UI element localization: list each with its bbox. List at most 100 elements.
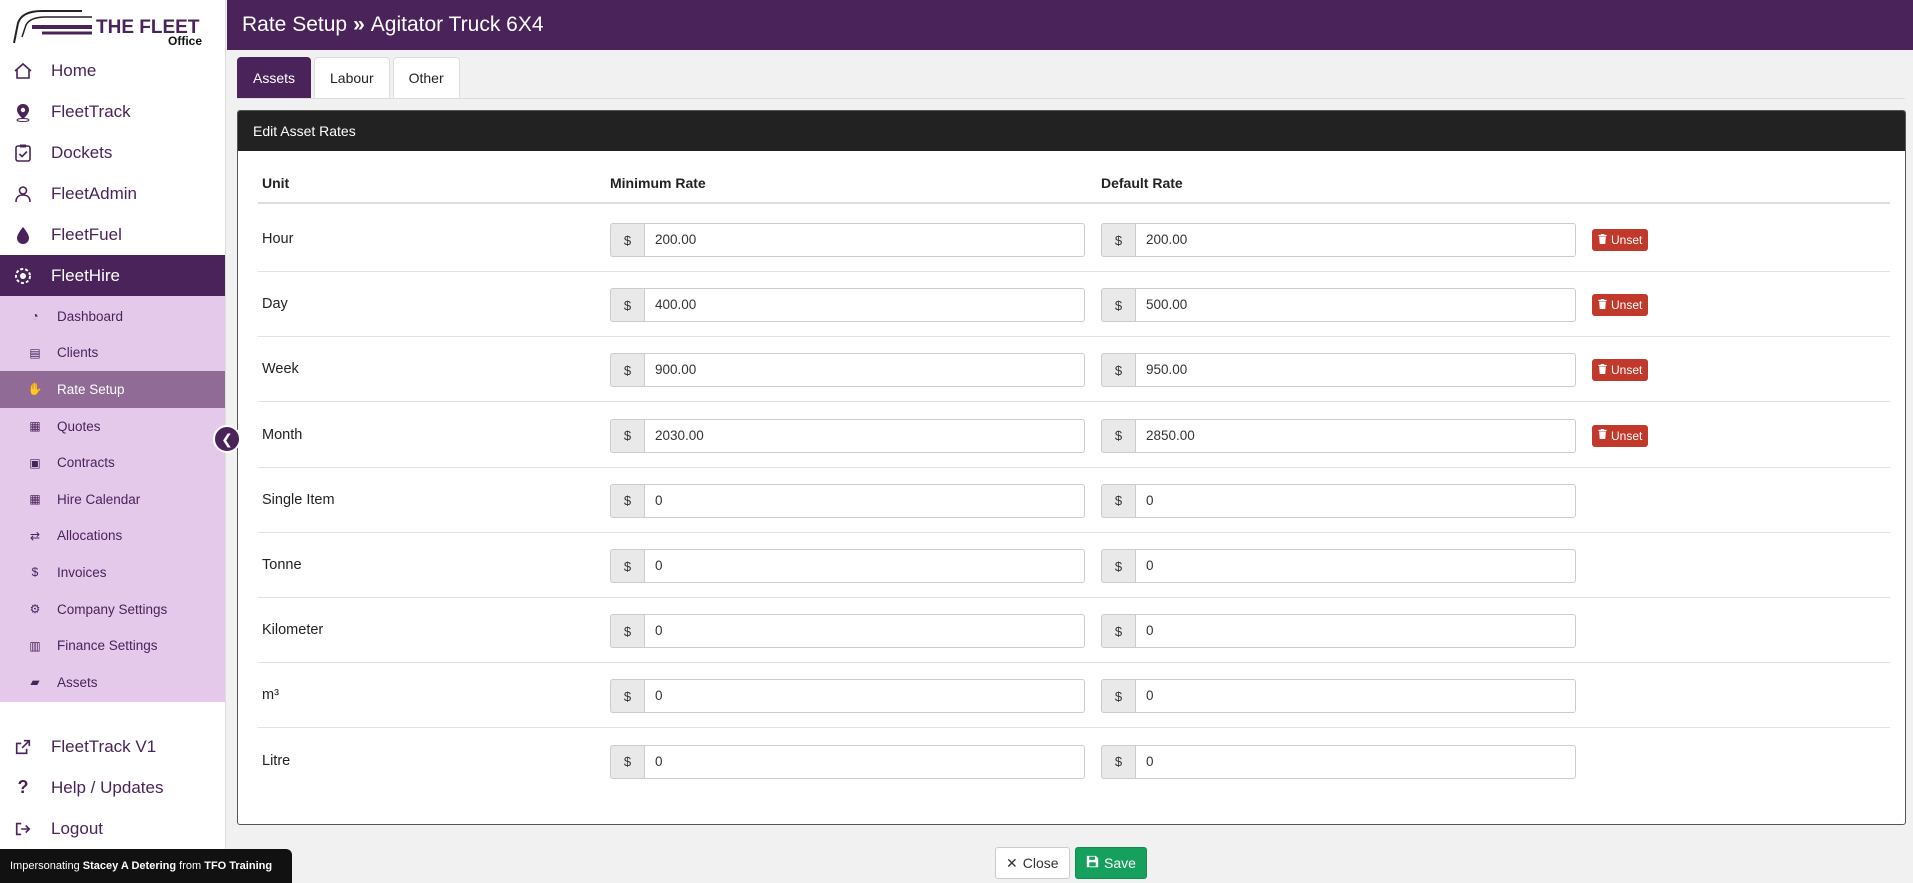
minimum-rate-group: $900.00: [610, 353, 1085, 388]
external-link-icon: [12, 736, 34, 758]
default-rate-group: $0: [1101, 679, 1576, 714]
subnav-item-label: Allocations: [57, 528, 123, 544]
home-icon: [12, 60, 34, 82]
nav-item-fleetadmin[interactable]: FleetAdmin: [0, 173, 225, 214]
truck-icon: ▰: [30, 675, 40, 690]
table-row: Litre $0 $0: [258, 729, 1890, 794]
nav-item-home[interactable]: Home: [0, 50, 225, 91]
nav-item-fleethire[interactable]: FleetHire: [0, 255, 225, 296]
file-invoice-icon: ▥: [29, 638, 41, 653]
breadcrumb-separator: »: [353, 13, 365, 36]
subnav-item-hire-calendar[interactable]: ▦ Hire Calendar: [0, 481, 225, 518]
hire-gear-icon: [12, 265, 34, 287]
minimum-rate-group: $0: [610, 483, 1085, 518]
subnav-item-quotes[interactable]: ▦ Quotes: [0, 408, 225, 445]
minimum-rate-input[interactable]: 0: [644, 549, 1085, 583]
subnav-item-assets[interactable]: ▰ Assets: [0, 664, 225, 701]
nav-item-label: Logout: [51, 818, 103, 838]
nav-item-label: Dockets: [51, 142, 113, 162]
trash-icon: [1598, 233, 1607, 247]
nav-item-dockets[interactable]: Dockets: [0, 132, 225, 173]
default-rate-group: $0: [1101, 744, 1576, 779]
minimum-rate-input[interactable]: 2030.00: [644, 418, 1085, 453]
nav-item-help-updates[interactable]: ? Help / Updates: [0, 767, 226, 808]
page-title-section: Rate Setup: [242, 13, 348, 36]
default-rate-input[interactable]: 2850.00: [1135, 418, 1576, 453]
default-rate-input[interactable]: 0: [1135, 549, 1576, 583]
minimum-rate-input[interactable]: 0: [644, 744, 1085, 779]
minimum-rate-input[interactable]: 200.00: [644, 223, 1085, 257]
minimum-rate-input[interactable]: 400.00: [644, 288, 1085, 323]
unset-button[interactable]: Unset: [1592, 359, 1649, 382]
logo[interactable]: THE FLEET Office: [0, 0, 225, 50]
currency-addon: $: [1101, 549, 1135, 583]
subnav-item-company-settings[interactable]: ⚙ Company Settings: [0, 591, 225, 628]
subnav-item-label: Assets: [57, 674, 98, 690]
trash-icon: [1598, 429, 1607, 442]
subnav-item-dashboard[interactable]: ◔ Dashboard: [0, 298, 225, 335]
unit-label: m³: [262, 687, 279, 704]
subnav-item-allocations[interactable]: ⇄ Allocations: [0, 518, 225, 555]
unit-label: Month: [262, 426, 303, 443]
default-rate-group: $0: [1101, 483, 1576, 518]
minimum-rate-input[interactable]: 900.00: [644, 353, 1085, 388]
default-rate-input[interactable]: 0: [1135, 744, 1576, 779]
trash-icon: [1598, 298, 1607, 312]
currency-addon: $: [1101, 744, 1135, 779]
table-header: Unit Minimum Rate Default Rate: [258, 175, 1890, 204]
default-rate-input[interactable]: 950.00: [1135, 353, 1576, 388]
default-rate-group: $950.00: [1101, 353, 1576, 388]
save-button[interactable]: Save: [1075, 847, 1147, 879]
tab-labour[interactable]: Labour: [314, 57, 390, 98]
unset-button[interactable]: Unset: [1592, 424, 1649, 447]
subnav-item-clients[interactable]: ▤ Clients: [0, 335, 225, 372]
nav-item-fleettrack-v1[interactable]: FleetTrack V1: [0, 726, 226, 767]
subnav-item-label: Quotes: [57, 418, 101, 434]
subnav-item-invoices[interactable]: $ Invoices: [0, 554, 225, 591]
unset-button[interactable]: Unset: [1592, 229, 1649, 251]
default-rate-group: $0: [1101, 549, 1576, 583]
minimum-rate-group: $200.00: [610, 223, 1085, 257]
minimum-rate-input[interactable]: 0: [644, 679, 1085, 714]
nav-item-label: FleetTrack: [51, 101, 131, 121]
default-rate-group: $200.00: [1101, 223, 1576, 257]
nav-item-fleettrack[interactable]: FleetTrack: [0, 91, 225, 132]
nav-item-label: Help / Updates: [51, 777, 164, 797]
svg-text:Office: Office: [168, 34, 202, 47]
default-rate-group: $2850.00: [1101, 418, 1576, 453]
currency-addon: $: [610, 223, 644, 257]
unset-button[interactable]: Unset: [1592, 294, 1649, 317]
table-row: Month $2030.00 $2850.00 Unset: [258, 403, 1890, 468]
default-rate-input[interactable]: 200.00: [1135, 223, 1576, 257]
table-row: Week $900.00 $950.00 Unset: [258, 337, 1890, 403]
table-row: m³ $0 $0: [258, 663, 1890, 729]
edit-asset-rates-panel: Edit Asset Rates Unit Minimum Rate Defau…: [237, 110, 1906, 825]
subnav-item-contracts[interactable]: ▣ Contracts: [0, 444, 225, 481]
currency-addon: $: [610, 353, 644, 388]
unit-label: Day: [262, 296, 288, 313]
trash-icon: [1598, 363, 1607, 377]
table-row: Single Item $0 $0: [258, 468, 1890, 533]
default-rate-input[interactable]: 500.00: [1135, 288, 1576, 323]
currency-addon: $: [1101, 223, 1135, 257]
clipboard-check-icon: [12, 142, 34, 164]
default-rate-input[interactable]: 0: [1135, 614, 1576, 649]
tab-assets[interactable]: Assets: [237, 57, 312, 98]
default-rate-input[interactable]: 0: [1135, 483, 1576, 518]
close-button[interactable]: ✕ Close: [995, 847, 1070, 879]
default-rate-group: $0: [1101, 614, 1576, 649]
minimum-rate-group: $0: [610, 549, 1085, 583]
nav-item-logout[interactable]: Logout: [0, 808, 226, 849]
map-pin-icon: [12, 101, 34, 123]
tab-other[interactable]: Other: [392, 57, 460, 98]
subnav-item-rate-setup[interactable]: ✋ Rate Setup: [0, 371, 225, 408]
nav-item-fleetfuel[interactable]: FleetFuel: [0, 214, 225, 255]
default-rate-input[interactable]: 0: [1135, 679, 1576, 714]
subnav-item-finance-settings[interactable]: ▥ Finance Settings: [0, 627, 225, 664]
minimum-rate-input[interactable]: 0: [644, 483, 1085, 518]
collapse-sidebar-button[interactable]: ❮: [213, 425, 241, 453]
minimum-rate-input[interactable]: 0: [644, 614, 1085, 649]
table-row: Hour $200.00 $200.00 Unset: [258, 207, 1890, 272]
unit-label: Tonne: [262, 557, 302, 573]
table-row: Day $400.00 $500.00 Unset: [258, 272, 1890, 338]
